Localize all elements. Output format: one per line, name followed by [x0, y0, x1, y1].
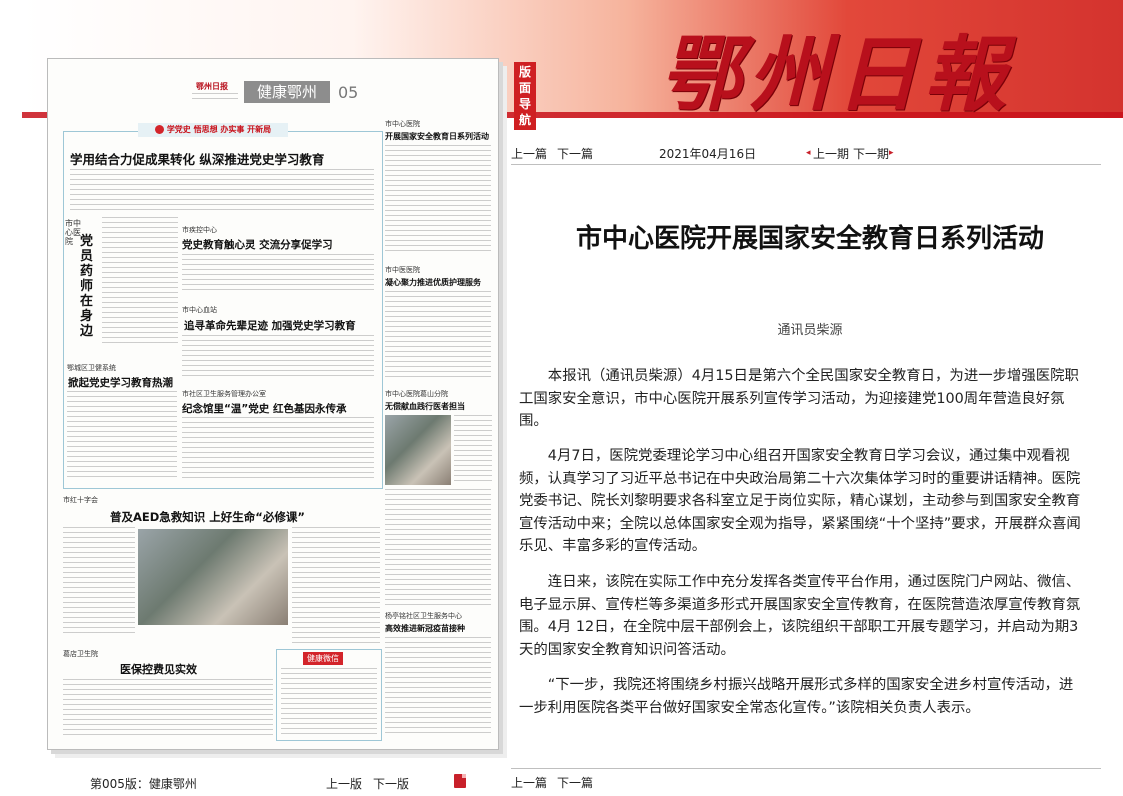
thumb-right4-org: 杨亭铭社区卫生服务中心 — [385, 612, 462, 620]
article-paragraph: 4月7日，医院党委理论学习中心组召开国家安全教育日学习会议，通过集中观看视频，认… — [519, 448, 1081, 554]
thumb-wechat-label: 健康微信 — [303, 652, 343, 665]
thumb-sub1-title[interactable]: 党史教育触心灵 交流分享促学习 — [182, 237, 333, 252]
thumb-text-block — [385, 637, 491, 737]
thumb-section-name: 健康鄂州 — [244, 81, 330, 103]
prev-article-link-bottom[interactable]: 上一篇 — [511, 774, 547, 791]
thumb-right1-title[interactable]: 开展国家安全教育日系列活动 — [385, 131, 489, 142]
thumb-text-block — [182, 335, 374, 379]
thumb-text-block — [385, 291, 491, 377]
thumb-sub1-org: 市疾控中心 — [182, 226, 217, 234]
edition-label: 第005版：健康鄂州 — [90, 777, 197, 791]
thumb-text-block — [385, 489, 491, 609]
thumb-text-block — [67, 391, 177, 481]
thumb-text-block — [281, 668, 377, 734]
thumb-text-block — [292, 527, 380, 647]
thumb-right2-title[interactable]: 凝心聚力推进优质护理服务 — [385, 277, 481, 288]
thumb-text-block — [182, 254, 374, 294]
thumb-right3-org: 市中心医院葛山分院 — [385, 390, 448, 398]
thumb-sub6-org: 葛店卫生院 — [63, 650, 98, 658]
prev-issue-link[interactable]: 上一期 — [813, 145, 849, 162]
thumb-text-block — [63, 679, 273, 739]
thumb-text-block — [182, 417, 374, 481]
thumb-headline[interactable]: 学用结合力促成果转化 纵深推进党史学习教育 — [70, 149, 324, 168]
next-issue-link[interactable]: 下一期 — [853, 145, 889, 162]
article-paragraph: 连日来，该院在实际工作中充分发挥各类宣传平台作用，通过医院门户网站、微信、电子显… — [519, 574, 1081, 658]
prev-article-link[interactable]: 上一篇 — [511, 145, 547, 162]
thumb-sub2-org: 市中心血站 — [182, 306, 217, 314]
thumb-masthead: 鄂州日报 — [196, 82, 228, 91]
divider — [511, 768, 1101, 769]
thumb-text-block — [70, 169, 374, 213]
thumb-sub4-org: 市社区卫生服务管理办公室 — [182, 390, 266, 398]
thumb-sub5-title[interactable]: 普及AED急救知识 上好生命“必修课” — [110, 509, 305, 525]
layout-nav-tag[interactable]: 版面导航 — [514, 62, 536, 130]
thumb-slogan: 学党史 悟思想 办实事 开新局 — [138, 123, 288, 137]
thumb-text-block — [102, 217, 178, 347]
next-issue-icon: ▸ — [889, 148, 894, 158]
thumb-vertical-head[interactable]: 党员药师在身边 — [80, 234, 96, 339]
pdf-icon[interactable] — [454, 774, 466, 788]
next-article-link[interactable]: 下一篇 — [557, 145, 593, 162]
article-paragraph: “下一步，我院还将围绕乡村振兴战略开展形式多样的国家安全进乡村宣传活动，进一步利… — [519, 677, 1074, 716]
thumb-text-block — [454, 415, 492, 485]
article-title: 市中心医院开展国家安全教育日系列活动 — [575, 224, 1044, 254]
thumb-sub2-title[interactable]: 追寻革命先辈足迹 加强党史学习教育 — [184, 318, 356, 333]
next-article-link-bottom[interactable]: 下一篇 — [557, 774, 593, 791]
thumb-sub3-title[interactable]: 掀起党史学习教育热潮 — [68, 375, 173, 390]
thumb-text-block — [63, 527, 135, 637]
thumb-wechat-box: 健康微信 — [276, 649, 382, 741]
page-thumbnail[interactable]: 鄂州日报 健康鄂州 05 学党史 悟思想 办实事 开新局 学用结合力促成果转化 … — [47, 58, 499, 750]
thumb-right1-org: 市中心医院 — [385, 120, 420, 128]
thumb-sub3-org: 鄂城区卫健系统 — [67, 364, 116, 372]
thumb-photo-clinic[interactable] — [385, 415, 451, 485]
article-paragraph: 本报讯（通讯员柴源）4月15日是第六个全民国家安全教育日，为进一步增强医院职工国… — [519, 368, 1079, 429]
next-page-link[interactable]: 下一版 — [373, 775, 409, 792]
thumb-right4-title[interactable]: 高效推进新冠疫苗接种 — [385, 623, 465, 634]
thumb-text-block — [385, 145, 491, 255]
thumb-page-number: 05 — [338, 83, 359, 102]
thumb-right2-org: 市中医医院 — [385, 266, 420, 274]
thumb-masthead-info — [192, 93, 238, 103]
thumb-sub5-org: 市红十字会 — [63, 496, 98, 504]
divider — [511, 164, 1101, 165]
newspaper-logo[interactable]: 鄂州日報 — [660, 8, 1012, 127]
thumb-right3-title[interactable]: 无偿献血践行医者担当 — [385, 401, 465, 412]
thumb-sub6-title[interactable]: 医保控费见实效 — [120, 661, 197, 677]
thumb-sub4-title[interactable]: 纪念馆里“温”党史 红色基因永传承 — [182, 401, 346, 416]
prev-page-link[interactable]: 上一版 — [326, 775, 362, 792]
thumb-photo-group[interactable] — [138, 529, 288, 625]
thumb-vertical-org: 市中心医院 — [65, 219, 81, 246]
article-byline: 通讯员柴源 — [777, 323, 843, 338]
issue-date: 2021年04月16日 — [659, 147, 757, 161]
prev-issue-icon: ◂ — [806, 148, 811, 158]
